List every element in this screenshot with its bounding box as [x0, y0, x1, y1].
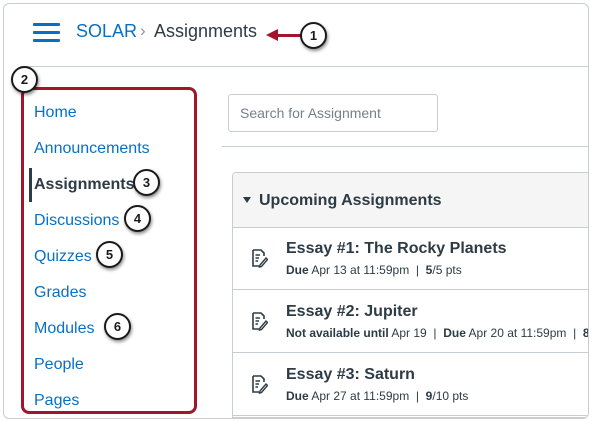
availability-date: Apr 19	[391, 326, 427, 340]
assignment-group-title: Upcoming Assignments	[259, 192, 442, 209]
callout-arrow-line	[276, 34, 302, 37]
due-date: Apr 20 at 11:59pm	[468, 326, 567, 340]
nav-item-people[interactable]: People	[34, 355, 84, 375]
nav-item-announcements[interactable]: Announcements	[34, 139, 150, 159]
availability-label: Not available until	[286, 326, 389, 340]
nav-item-discussions[interactable]: Discussions	[34, 211, 119, 231]
callout-3: 3	[133, 169, 160, 196]
assignment-icon	[252, 312, 268, 331]
assignment-details: Not available until Apr 19 | Due Apr 20 …	[286, 325, 589, 341]
breadcrumb-separator: ›	[140, 21, 146, 40]
breadcrumb-current-page: Assignments	[154, 21, 258, 41]
hamburger-menu-icon[interactable]	[33, 23, 60, 43]
due-date: Apr 27 at 11:59pm	[311, 389, 410, 403]
assignment-details: Due Apr 27 at 11:59pm | 9/10 pts	[286, 388, 468, 404]
meta-separator: |	[412, 263, 423, 277]
callout-5: 5	[96, 241, 123, 268]
content-divider	[222, 146, 588, 147]
callout-6: 6	[104, 313, 131, 340]
meta-separator: |	[430, 326, 440, 340]
nav-item-grades[interactable]: Grades	[34, 283, 86, 303]
nav-active-indicator	[29, 168, 32, 202]
callout-1: 1	[300, 22, 327, 49]
assignment-row[interactable]: Essay #1: The Rocky Planets Due Apr 13 a…	[233, 228, 588, 290]
canvas-window: SOLAR › Assignments Home Announcements A…	[3, 3, 589, 419]
assignment-group-upcoming: Upcoming Assignments Essay #1: The Rocky…	[232, 172, 589, 418]
nav-item-quizzes[interactable]: Quizzes	[34, 247, 92, 267]
due-label: Due	[286, 263, 309, 277]
due-label: Due	[443, 326, 466, 340]
assignment-row[interactable]: Essay #2: Jupiter Not available until Ap…	[233, 291, 589, 353]
assignment-details: Due Apr 13 at 11:59pm | 5/5 pts	[286, 262, 462, 278]
assignment-icon	[252, 249, 268, 268]
assignment-title[interactable]: Essay #2: Jupiter	[286, 302, 418, 322]
assignment-search-input[interactable]	[228, 94, 438, 132]
score: 8/	[582, 326, 589, 340]
assignment-icon	[252, 375, 268, 394]
meta-separator: |	[412, 389, 423, 403]
due-label: Due	[286, 389, 309, 403]
assignment-title[interactable]: Essay #3: Saturn	[286, 365, 415, 385]
assignment-group-header[interactable]: Upcoming Assignments	[233, 173, 588, 228]
points-possible: /5 pts	[432, 263, 462, 277]
nav-item-modules[interactable]: Modules	[34, 319, 94, 339]
callout-2: 2	[11, 66, 38, 93]
callout-4: 4	[124, 205, 151, 232]
points-possible: /10 pts	[432, 389, 469, 403]
caret-down-icon	[243, 197, 251, 203]
header-divider	[20, 66, 588, 67]
assignment-title[interactable]: Essay #1: The Rocky Planets	[286, 239, 507, 259]
nav-item-home[interactable]: Home	[34, 103, 77, 123]
assignment-row[interactable]: Essay #3: Saturn Due Apr 27 at 11:59pm |…	[233, 354, 588, 416]
nav-item-assignments[interactable]: Assignments	[34, 175, 134, 195]
meta-separator: |	[569, 326, 580, 340]
nav-item-pages[interactable]: Pages	[34, 391, 79, 411]
breadcrumb-course-link[interactable]: SOLAR	[76, 20, 137, 42]
due-date: Apr 13 at 11:59pm	[311, 263, 410, 277]
